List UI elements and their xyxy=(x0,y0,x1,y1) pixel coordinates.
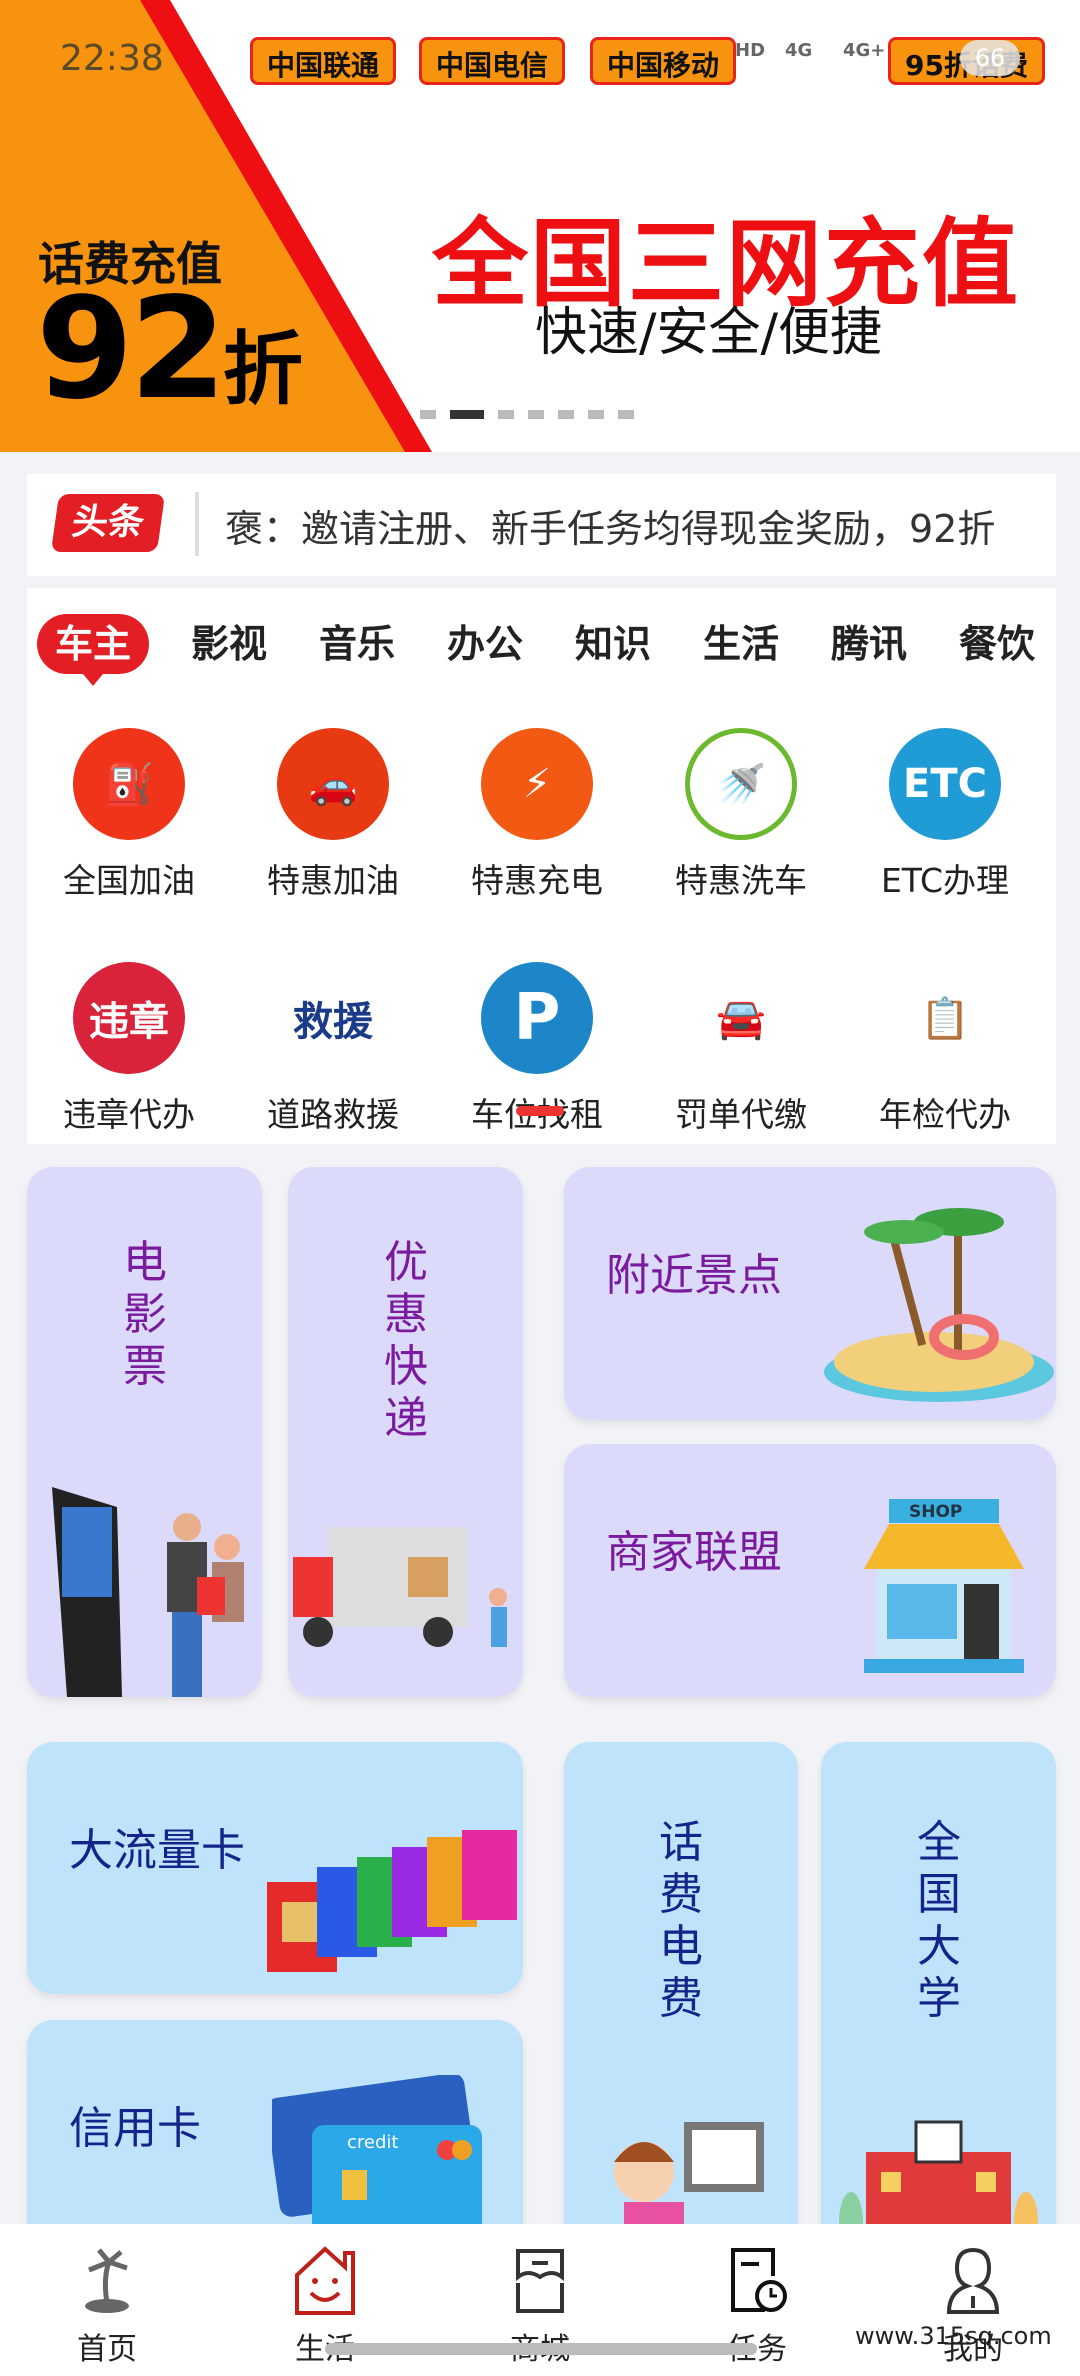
headline-notice-bar[interactable]: 头条 褒：邀请注册、新手任务均得现金奖励，92折 xyxy=(27,474,1056,576)
status-time: 22:38 xyxy=(60,38,164,79)
delivery-truck-illustration xyxy=(293,1527,507,1647)
signal-4g-plus-icon: 4G+ xyxy=(843,40,886,61)
service-item[interactable]: ETC ETC办理 xyxy=(843,728,1047,902)
shop-illustration xyxy=(864,1499,1024,1673)
etc-car-icon: ETC xyxy=(889,728,1001,840)
service-label: ETC办理 xyxy=(880,861,1010,900)
sim-cards-illustration xyxy=(267,1830,517,1972)
parking-icon: P xyxy=(481,962,593,1074)
service-item[interactable]: 违章 违章代办 xyxy=(27,962,231,1136)
service-category-panel: 车主 影视 音乐 办公 知识 生活 腾讯 餐饮 ⛽ 全国加油 🚗 特惠加油 ⚡ 特惠充电 🚿… xyxy=(27,588,1056,1144)
promo-number: 92 xyxy=(36,268,227,431)
page-indicator xyxy=(516,1106,564,1116)
merchant-alliance-tile[interactable]: 商家联盟 SHOP xyxy=(564,1444,1056,1697)
shop-sign-text: SHOP xyxy=(909,1502,963,1522)
service-item[interactable]: 救援 道路救援 xyxy=(231,962,435,1136)
task-clock-icon xyxy=(677,2246,837,2316)
service-label: 特惠洗车 xyxy=(675,861,807,900)
express-delivery-tile[interactable]: 优惠快递 xyxy=(288,1167,523,1697)
data-card-tile[interactable]: 大流量卡 xyxy=(27,1742,523,1994)
home-indicator-bar[interactable] xyxy=(325,2343,757,2355)
service-label: 违章代办 xyxy=(63,1095,195,1134)
tab-video[interactable]: 影视 xyxy=(165,614,293,674)
bills-tile[interactable]: 话费电费 xyxy=(564,1742,798,2262)
service-label: 罚单代缴 xyxy=(675,1095,807,1134)
tab-knowledge[interactable]: 知识 xyxy=(549,614,677,674)
palm-tree-icon xyxy=(27,2246,187,2316)
rescue-icon: 救援 xyxy=(277,962,389,1074)
movie-ticket-label: 电影票 xyxy=(123,1237,167,1392)
service-item[interactable]: 🚗 特惠加油 xyxy=(231,728,435,902)
headline-tag: 头条 xyxy=(50,494,166,552)
store-icon xyxy=(460,2246,620,2316)
carrier-unicom-button[interactable]: 中国联通 xyxy=(250,37,397,85)
service-item[interactable]: 📋 年检代办 xyxy=(843,962,1047,1136)
bills-label: 话费电费 xyxy=(659,1817,703,2024)
express-delivery-label: 优惠快递 xyxy=(384,1237,428,1444)
university-tile[interactable]: 全国大学 xyxy=(821,1742,1056,2262)
island-illustration xyxy=(824,1208,1054,1402)
promo-unit: 折 xyxy=(222,323,303,416)
university-label: 全国大学 xyxy=(917,1817,961,2024)
credit-text: credit xyxy=(347,2132,399,2153)
tab-tencent[interactable]: 腾讯 xyxy=(805,614,933,674)
hd-icon: HD xyxy=(735,40,766,61)
movie-ticket-tile[interactable]: 电影票 xyxy=(27,1167,262,1697)
gas-pump-icon: ⛽ xyxy=(73,728,185,840)
nav-home-label: 首页 xyxy=(77,2332,137,2367)
promo-banner[interactable]: 22:38 中国联通 中国电信 中国移动 HD 4G 4G+ 95折话费 66 … xyxy=(0,0,1080,452)
service-label: 全国加油 xyxy=(63,861,195,900)
violation-icon: 违章 xyxy=(73,962,185,1074)
tab-office[interactable]: 办公 xyxy=(421,614,549,674)
promo-discount: 92折 xyxy=(36,280,303,440)
tab-music[interactable]: 音乐 xyxy=(293,614,421,674)
service-label: 特惠加油 xyxy=(267,861,399,900)
service-item[interactable]: ⛽ 全国加油 xyxy=(27,728,231,902)
service-label: 特惠充电 xyxy=(471,861,603,900)
signal-4g-icon: 4G xyxy=(785,40,813,61)
service-item[interactable]: 🚿 特惠洗车 xyxy=(639,728,843,902)
banner-subheadline: 快速/安全/便捷 xyxy=(535,303,883,363)
charging-station-icon: ⚡ xyxy=(481,728,593,840)
carousel-indicator xyxy=(420,410,634,419)
tab-life[interactable]: 生活 xyxy=(677,614,805,674)
category-tabs: 车主 影视 音乐 办公 知识 生活 腾讯 餐饮 xyxy=(37,614,1061,686)
movie-kiosk-illustration xyxy=(52,1487,244,1697)
service-label: 道路救援 xyxy=(267,1095,399,1134)
smiling-house-icon xyxy=(245,2246,405,2316)
carrier-mobile-button[interactable]: 中国移动 xyxy=(590,37,737,85)
credit-card-label: 信用卡 xyxy=(69,2103,201,2154)
nearby-scenic-label: 附近景点 xyxy=(606,1250,782,1301)
service-item[interactable]: 🚘 罚单代缴 xyxy=(639,962,843,1136)
tab-car-owner[interactable]: 车主 xyxy=(37,614,149,686)
divider xyxy=(195,492,199,556)
service-label: 年检代办 xyxy=(879,1095,1011,1134)
nearby-scenic-tile[interactable]: 附近景点 xyxy=(564,1167,1056,1420)
car-wash-icon: 🚿 xyxy=(685,728,797,840)
car-discount-icon: 🚗 xyxy=(277,728,389,840)
merchant-alliance-label: 商家联盟 xyxy=(606,1527,782,1578)
service-grid: ⛽ 全国加油 🚗 特惠加油 ⚡ 特惠充电 🚿 特惠洗车 ETC ETC办理 违章 违章代办 救援 道路救援… xyxy=(27,728,1056,1136)
fine-payment-icon: 🚘 xyxy=(685,962,797,1074)
data-card-label: 大流量卡 xyxy=(69,1825,245,1876)
notice-text[interactable]: 褒：邀请注册、新手任务均得现金奖励，92折 xyxy=(225,498,1025,553)
carrier-telecom-button[interactable]: 中国电信 xyxy=(419,37,566,85)
user-icon xyxy=(893,2246,1053,2316)
inspection-icon: 📋 xyxy=(889,962,1001,1074)
watermark: www.315sq.com xyxy=(855,2322,1052,2350)
nav-home[interactable]: 首页 xyxy=(27,2246,187,2368)
battery-icon: 66 xyxy=(960,40,1020,76)
tab-dining[interactable]: 餐饮 xyxy=(933,614,1061,674)
service-item[interactable]: ⚡ 特惠充电 xyxy=(435,728,639,902)
